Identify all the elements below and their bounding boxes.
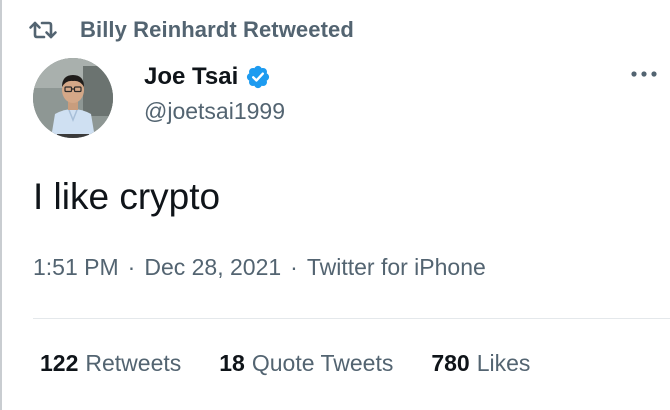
tweet-text: I like crypto — [33, 176, 221, 217]
quote-tweets-label: Quote Tweets — [251, 350, 394, 376]
divider — [33, 318, 670, 319]
likes-stat[interactable]: 780 Likes — [431, 350, 530, 377]
more-horizontal-icon — [631, 71, 657, 77]
tweet-time[interactable]: 1:51 PM — [33, 254, 119, 281]
likes-count: 780 — [431, 350, 470, 376]
quote-tweets-stat[interactable]: 18 Quote Tweets — [219, 350, 393, 377]
more-options-button[interactable] — [626, 60, 662, 88]
retweet-icon — [28, 18, 58, 42]
retweet-context-text[interactable]: Billy Reinhardt Retweeted — [80, 17, 354, 43]
avatar[interactable] — [33, 58, 113, 138]
author-handle[interactable]: @joetsai1999 — [144, 98, 285, 125]
author-display-name[interactable]: Joe Tsai — [144, 63, 238, 91]
retweets-stat[interactable]: 122 Retweets — [40, 350, 181, 377]
tweet-stats: 122 Retweets 18 Quote Tweets 780 Likes — [40, 350, 530, 377]
meta-separator: · — [127, 254, 136, 280]
quote-tweets-count: 18 — [219, 350, 245, 376]
likes-label: Likes — [476, 350, 531, 376]
tweet-date[interactable]: Dec 28, 2021 — [144, 254, 281, 281]
retweets-count: 122 — [40, 350, 79, 376]
meta-separator: · — [290, 254, 298, 280]
retweet-context[interactable]: Billy Reinhardt Retweeted — [28, 14, 354, 46]
retweets-label: Retweets — [85, 350, 182, 376]
tweet-metadata: 1:51 PM · Dec 28, 2021 · Twitter for iPh… — [33, 254, 486, 281]
left-border — [0, 0, 2, 410]
author-name-row[interactable]: Joe Tsai — [144, 60, 271, 94]
tweet-source[interactable]: Twitter for iPhone — [307, 254, 486, 281]
verified-badge-icon — [245, 64, 271, 90]
tweet-detail: Billy Reinhardt Retweeted Joe Tsai @joet… — [0, 0, 670, 410]
